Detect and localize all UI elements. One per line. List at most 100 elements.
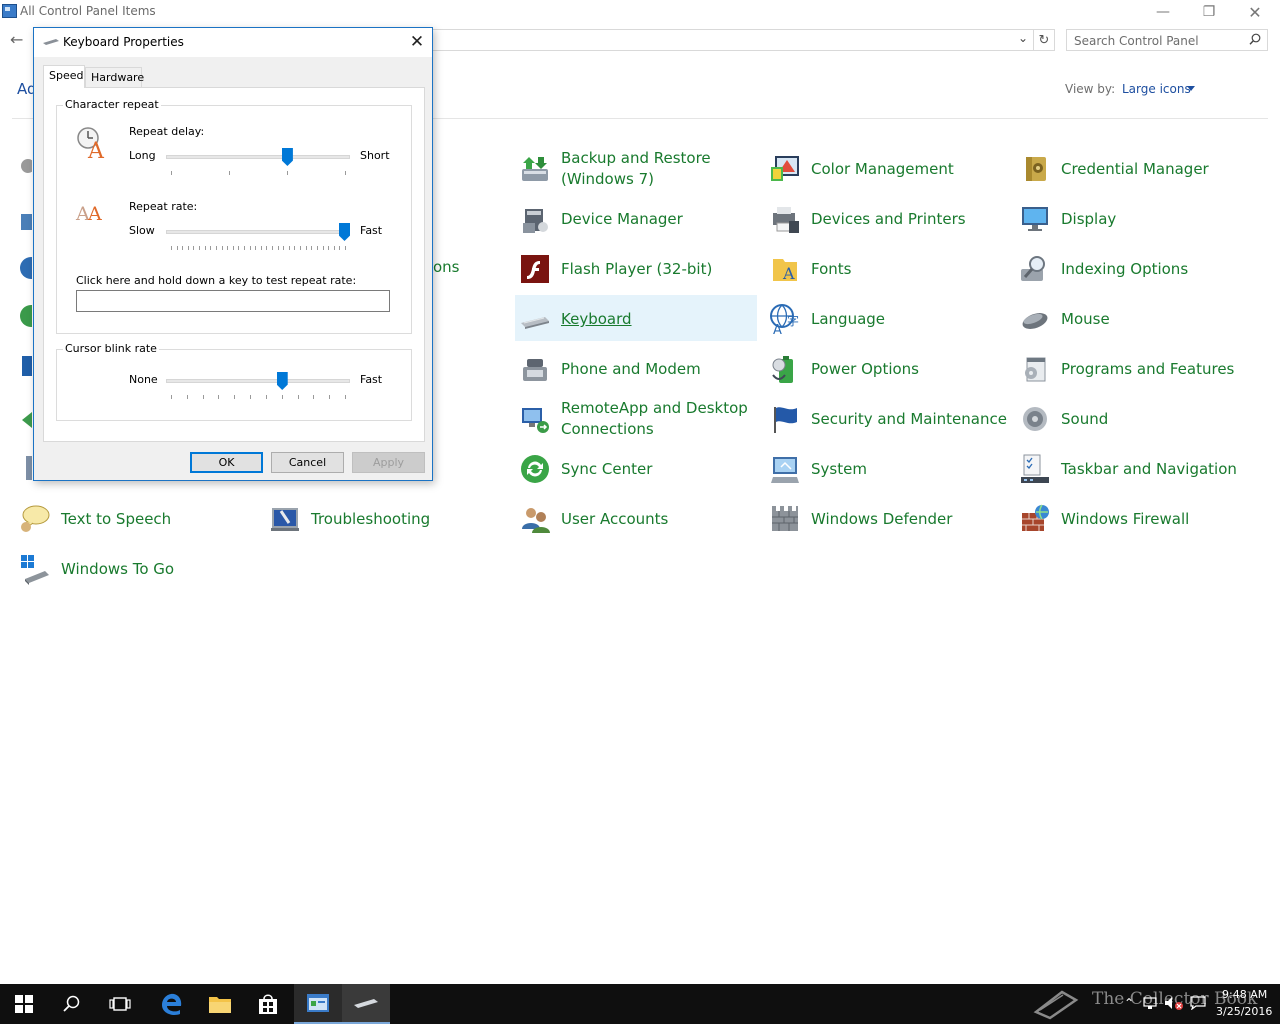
item-label: Connections: [561, 420, 654, 438]
item-label: (Windows 7): [561, 170, 654, 188]
item-sync-center[interactable]: Sync Center: [515, 445, 757, 491]
minimize-button[interactable]: —: [1140, 0, 1186, 24]
item-security-maintenance[interactable]: Security and Maintenance: [765, 395, 1007, 441]
rate-max-label: Fast: [360, 224, 383, 237]
item-display[interactable]: Display: [1015, 195, 1257, 241]
volume-muted-icon[interactable]: [1164, 996, 1184, 1010]
item-indexing-options[interactable]: Indexing Options: [1015, 245, 1257, 291]
slider-tick: [329, 395, 331, 399]
item-windows-defender[interactable]: Windows Defender: [765, 495, 1007, 541]
svg-text:字: 字: [787, 313, 799, 328]
item-troubleshooting[interactable]: Troubleshooting: [265, 495, 507, 541]
chevron-down-icon[interactable]: ⌄: [1018, 31, 1028, 45]
control-panel-taskbar-button[interactable]: [294, 984, 342, 1024]
tab-speed[interactable]: Speed: [43, 65, 85, 88]
item-backup-restore[interactable]: Backup and Restore (Windows 7): [515, 145, 757, 191]
repeat-delay-icon: A: [77, 127, 105, 160]
slider-tick: [322, 246, 324, 250]
search-taskbar-button[interactable]: [48, 984, 96, 1024]
task-view-button[interactable]: [96, 984, 144, 1024]
watermark-book-icon: [1033, 990, 1079, 1020]
mouse-icon: [1022, 313, 1048, 329]
item-label: Security and Maintenance: [811, 410, 1007, 428]
search-input[interactable]: [1067, 31, 1237, 51]
view-by-dropdown[interactable]: Large icons: [1122, 82, 1191, 96]
network-icon[interactable]: [1143, 997, 1157, 1010]
test-repeat-input[interactable]: [76, 290, 390, 312]
text-to-speech-icon: [21, 505, 50, 532]
item-label: Credential Manager: [1061, 160, 1209, 178]
edge-taskbar-button[interactable]: [148, 984, 196, 1024]
partial-icon: [20, 305, 32, 327]
item-system[interactable]: System: [765, 445, 1007, 491]
item-user-accounts[interactable]: User Accounts: [515, 495, 757, 541]
back-arrow-icon[interactable]: ←: [10, 30, 23, 49]
clock-date[interactable]: 3/25/2016: [1216, 1005, 1272, 1018]
item-windows-firewall[interactable]: Windows Firewall: [1015, 495, 1257, 541]
item-windows-to-go[interactable]: Windows To Go: [15, 545, 257, 591]
search-icon[interactable]: [1249, 33, 1261, 45]
cancel-button[interactable]: Cancel: [271, 452, 344, 473]
item-label: System: [811, 460, 867, 478]
keyboard-taskbar-button[interactable]: [342, 984, 390, 1024]
item-fonts[interactable]: A Fonts: [765, 245, 1007, 291]
item-flash-player[interactable]: Flash Player (32-bit): [515, 245, 757, 291]
repeat-rate-track[interactable]: [166, 230, 350, 234]
start-button[interactable]: [0, 984, 48, 1024]
dialog-close-button[interactable]: ✕: [405, 30, 429, 54]
item-sound[interactable]: Sound: [1015, 395, 1257, 441]
slider-tick: [232, 246, 234, 250]
tab-hardware[interactable]: Hardware: [85, 67, 144, 87]
item-taskbar-navigation[interactable]: Taskbar and Navigation: [1015, 445, 1257, 491]
repeat-delay-track[interactable]: [166, 155, 350, 159]
item-label: User Accounts: [561, 510, 669, 528]
slider-tick: [266, 246, 268, 250]
slider-tick: [218, 395, 220, 399]
apply-button[interactable]: Apply: [352, 452, 425, 473]
close-button[interactable]: ✕: [1232, 0, 1278, 24]
item-language[interactable]: A字 Language: [765, 295, 1007, 341]
repeat-delay-ticks: [171, 171, 346, 175]
store-taskbar-button[interactable]: [244, 984, 292, 1024]
speed-tab-page: Character repeat A Repeat delay: Long Sh…: [43, 87, 425, 442]
windows-logo-icon: [15, 995, 33, 1013]
cursor-blink-track[interactable]: [166, 379, 350, 383]
item-label: Windows Firewall: [1061, 510, 1190, 528]
windows-defender-icon: [772, 506, 798, 531]
item-mouse[interactable]: Mouse: [1015, 295, 1257, 341]
partial-item-label: ons: [433, 258, 460, 276]
address-bar[interactable]: ⌄: [424, 29, 1034, 51]
item-keyboard[interactable]: Keyboard: [515, 295, 757, 341]
refresh-button[interactable]: ↻: [1033, 29, 1055, 51]
item-phone-modem[interactable]: Phone and Modem: [515, 345, 757, 391]
action-center-icon[interactable]: [1190, 996, 1206, 1010]
slider-tick: [255, 246, 257, 250]
blink-min-label: None: [129, 373, 158, 386]
item-device-manager[interactable]: Device Manager: [515, 195, 757, 241]
item-devices-printers[interactable]: Devices and Printers: [765, 195, 1007, 241]
item-label: Backup and Restore: [561, 149, 711, 167]
item-programs-features[interactable]: Programs and Features: [1015, 345, 1257, 391]
slider-tick: [186, 395, 188, 399]
troubleshooting-icon: [271, 508, 299, 531]
item-text-to-speech[interactable]: Text to Speech: [15, 495, 257, 541]
repeat-delay-label: Repeat delay:: [129, 125, 205, 138]
item-credential-manager[interactable]: Credential Manager: [1015, 145, 1257, 191]
chevron-up-icon[interactable]: ⌃: [1124, 996, 1134, 1010]
flash-player-icon: [521, 255, 549, 283]
slider-tick: [182, 246, 184, 250]
phone-modem-icon: [523, 359, 547, 381]
slider-tick: [171, 246, 172, 250]
search-box[interactable]: [1066, 29, 1268, 51]
restore-button[interactable]: ❐: [1186, 0, 1232, 24]
file-explorer-taskbar-button[interactable]: [196, 984, 244, 1024]
partial-icon: [21, 214, 32, 230]
clock-time[interactable]: 9:48 AM: [1222, 988, 1267, 1001]
item-label: Power Options: [811, 360, 919, 378]
item-color-management[interactable]: Color Management: [765, 145, 1007, 191]
ok-button[interactable]: OK: [190, 452, 263, 473]
item-power-options[interactable]: Power Options: [765, 345, 1007, 391]
folder-icon: [209, 997, 231, 1013]
item-remoteapp[interactable]: RemoteApp and Desktop Connections: [515, 395, 757, 441]
caret-down-icon[interactable]: [1187, 86, 1195, 91]
